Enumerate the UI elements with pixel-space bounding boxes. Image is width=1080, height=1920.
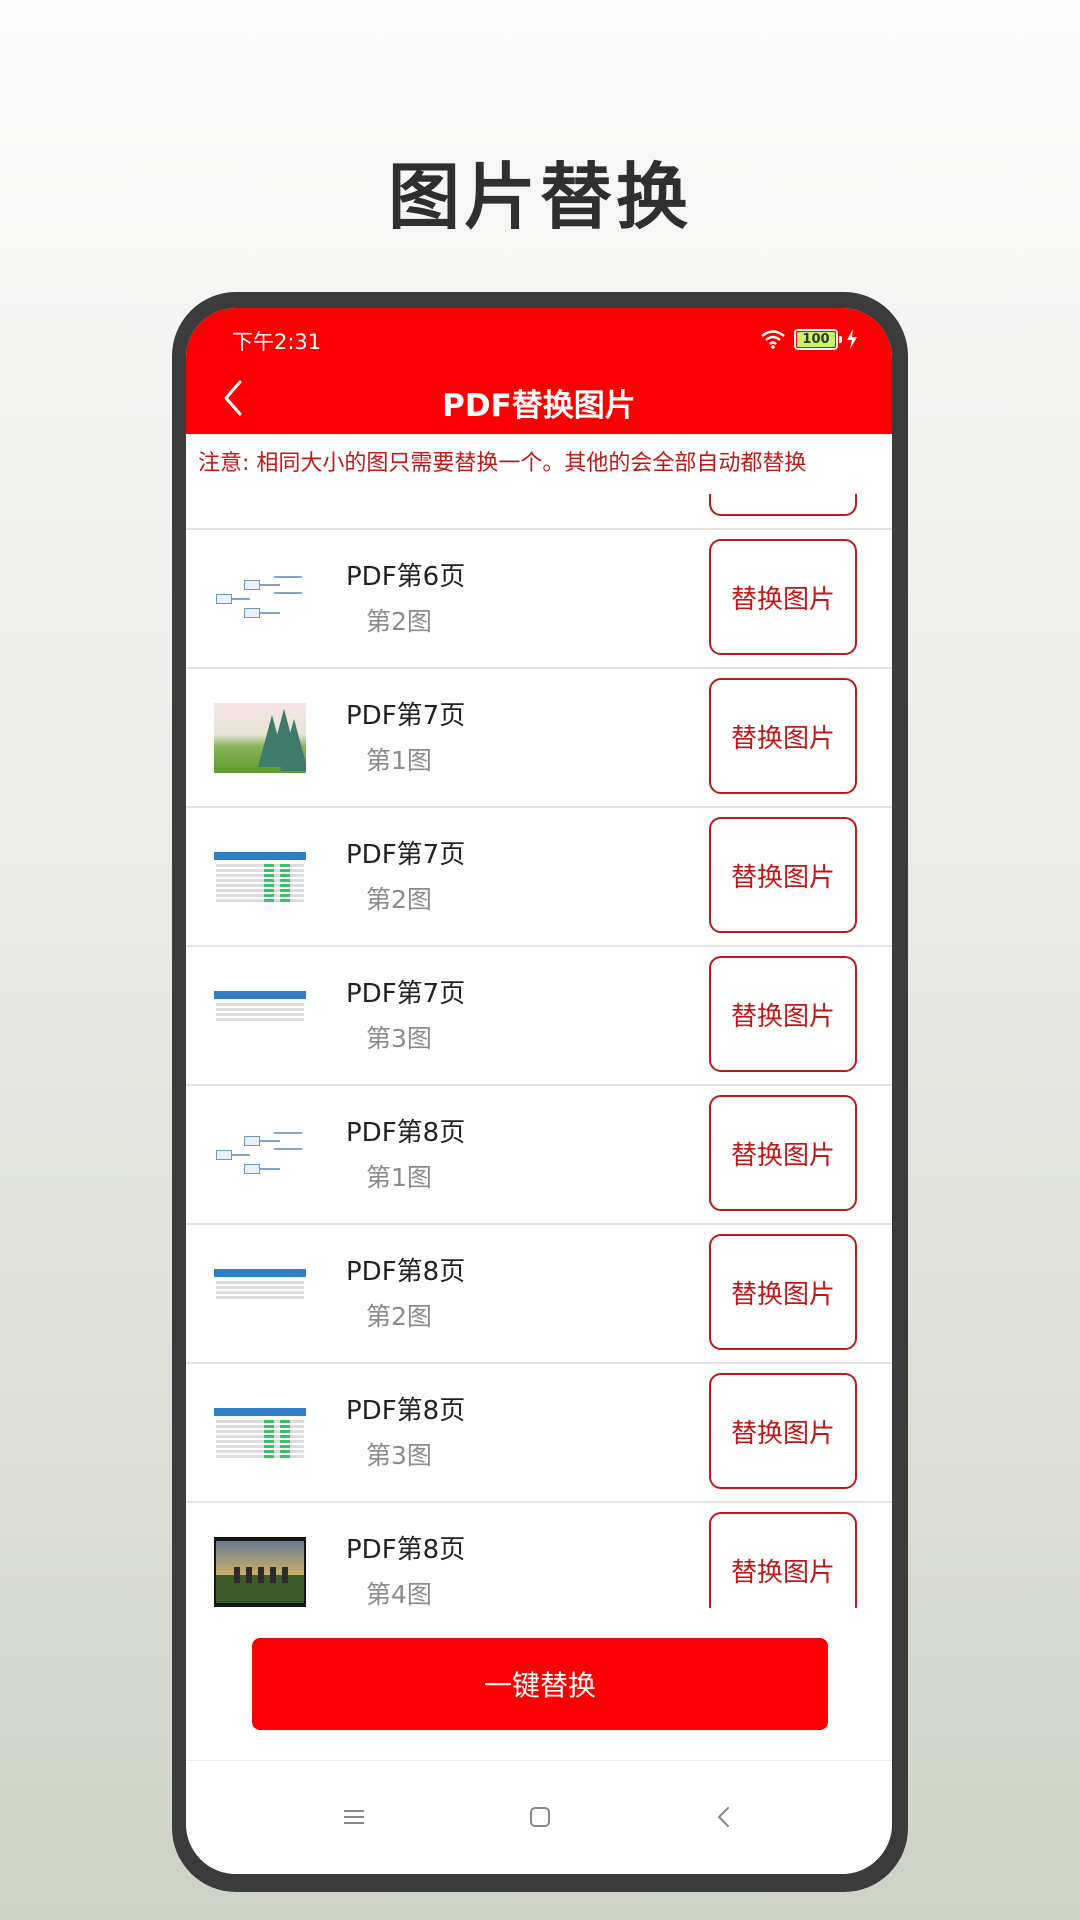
phone-frame: 下午2:31 100 PDF替换图片 注意: 相同大小的图只需要替换一个。其他的… — [172, 292, 908, 1892]
list-item: PDF第8页第2图 替换图片 — [186, 1225, 892, 1364]
promo-title: 图片替换 — [387, 155, 692, 239]
replace-image-button[interactable]: 替换图片 — [709, 817, 857, 933]
battery-icon: 100 — [794, 328, 842, 350]
phone-screen: 下午2:31 100 PDF替换图片 注意: 相同大小的图只需要替换一个。其他的… — [186, 308, 892, 1874]
list-item: 替换图片 — [186, 494, 892, 530]
list-item: PDF第8页第4图 替换图片 — [186, 1503, 892, 1608]
list-item: PDF第7页第3图 替换图片 — [186, 947, 892, 1086]
nav-back-icon[interactable] — [696, 1789, 752, 1845]
replace-image-button[interactable]: 替换图片 — [709, 1234, 857, 1350]
image-index-label: 第1图 — [366, 1163, 432, 1192]
form-screenshot-thumbnail — [214, 1259, 306, 1329]
replace-image-button[interactable]: 替换图片 — [709, 494, 857, 516]
status-time: 下午2:31 — [232, 330, 322, 354]
table-screenshot-thumbnail — [214, 842, 306, 912]
replace-image-button[interactable]: 替换图片 — [709, 1095, 857, 1211]
notice-text: 注意: 相同大小的图只需要替换一个。其他的会全部自动都替换 — [186, 434, 892, 494]
image-index-label: 第4图 — [366, 1580, 432, 1608]
status-icons: 100 — [760, 322, 858, 356]
page-label: PDF第7页 — [346, 979, 466, 1009]
replace-image-button[interactable]: 替换图片 — [709, 539, 857, 655]
app-bar: 下午2:31 100 PDF替换图片 — [186, 308, 892, 434]
list-item: PDF第7页第1图 替换图片 — [186, 669, 892, 808]
page-label: PDF第7页 — [346, 701, 466, 731]
list-item: PDF第7页第2图 替换图片 — [186, 808, 892, 947]
landscape-photo-thumbnail — [214, 703, 306, 773]
replace-image-button[interactable]: 替换图片 — [709, 678, 857, 794]
table-screenshot-thumbnail — [214, 1398, 306, 1468]
charging-icon — [846, 329, 858, 349]
image-index-label: 第2图 — [366, 1302, 432, 1331]
system-nav-bar — [186, 1760, 892, 1874]
list-item: PDF第8页第3图 替换图片 — [186, 1364, 892, 1503]
image-index-label: 第1图 — [366, 746, 432, 775]
replace-image-button[interactable]: 替换图片 — [709, 1373, 857, 1489]
appbar-title: PDF替换图片 — [442, 388, 636, 424]
battery-level: 100 — [802, 331, 830, 347]
home-icon[interactable] — [512, 1789, 568, 1845]
bottom-action-area: 一键替换 — [186, 1608, 892, 1760]
page-label: PDF第8页 — [346, 1535, 466, 1565]
image-index-label: 第3图 — [366, 1441, 432, 1470]
image-index-label: 第2图 — [366, 607, 432, 636]
replace-image-button[interactable]: 替换图片 — [709, 956, 857, 1072]
page-label: PDF第8页 — [346, 1118, 466, 1148]
replace-image-button[interactable]: 替换图片 — [709, 1512, 857, 1608]
stonehenge-photo-thumbnail — [214, 1537, 306, 1607]
wifi-icon — [760, 329, 786, 349]
list-item: PDF第8页第1图 替换图片 — [186, 1086, 892, 1225]
mindmap-diagram-thumbnail — [214, 1120, 306, 1190]
page-label: PDF第6页 — [346, 562, 466, 592]
list-item: PDF第6页第2图 替换图片 — [186, 530, 892, 669]
page-label: PDF第8页 — [346, 1396, 466, 1426]
image-index-label: 第3图 — [366, 1024, 432, 1053]
one-click-replace-button[interactable]: 一键替换 — [252, 1638, 828, 1730]
page-label: PDF第8页 — [346, 1257, 466, 1287]
mindmap-diagram-thumbnail — [214, 564, 306, 634]
page-label: PDF第7页 — [346, 840, 466, 870]
image-list[interactable]: 替换图片PDF第6页第2图替换图片PDF第7页第1图替换图片PDF第7页第2图替… — [186, 494, 892, 1608]
image-index-label: 第2图 — [366, 885, 432, 914]
image-list-inner: 替换图片PDF第6页第2图替换图片PDF第7页第1图替换图片PDF第7页第2图替… — [186, 494, 892, 1608]
form-screenshot-thumbnail — [214, 981, 306, 1051]
menu-icon[interactable] — [326, 1789, 382, 1845]
